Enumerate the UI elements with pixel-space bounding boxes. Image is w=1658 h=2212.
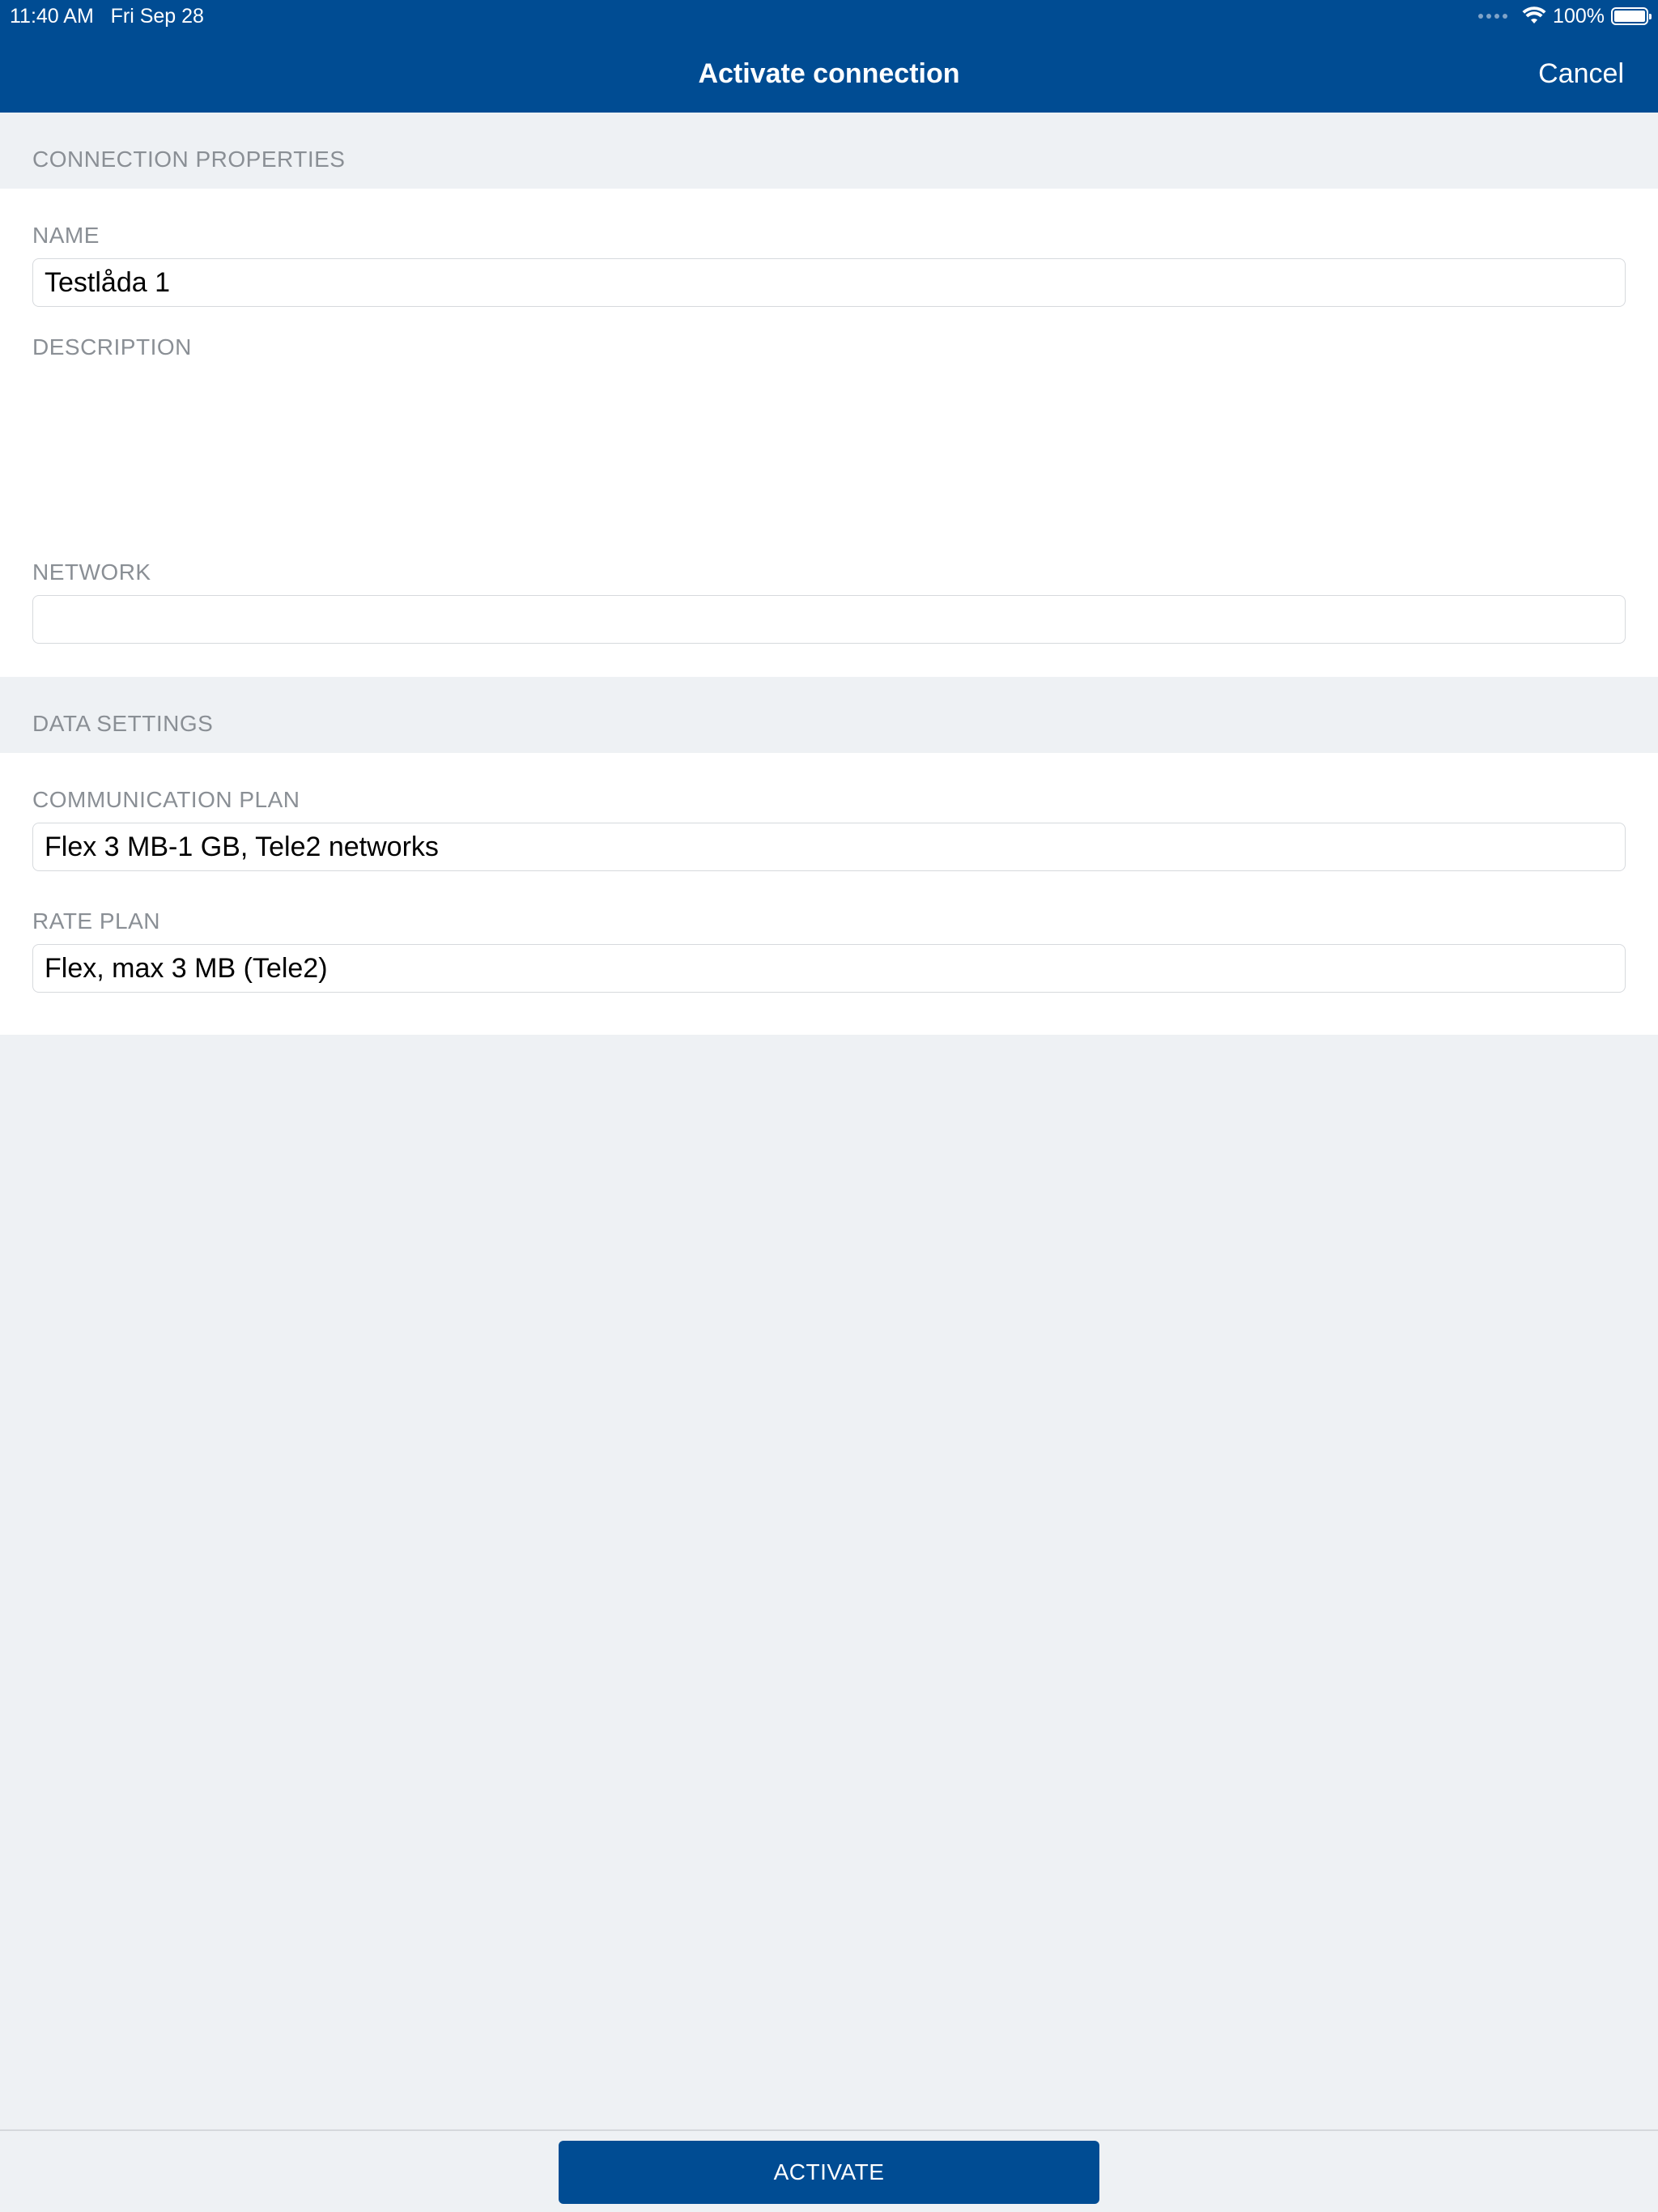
page-title: Activate connection — [698, 58, 960, 89]
data-settings-section: COMMUNICATION PLAN Flex 3 MB-1 GB, Tele2… — [0, 753, 1658, 1035]
network-label: NETWORK — [32, 559, 151, 585]
battery-fill — [1614, 11, 1645, 22]
status-time: 11:40 AM — [10, 5, 94, 28]
battery-icon — [1611, 7, 1652, 25]
status-bar-right: 100% — [1478, 3, 1652, 29]
communication-plan-field[interactable]: Flex 3 MB-1 GB, Tele2 networks — [32, 823, 1626, 871]
cancel-button[interactable]: Cancel — [1538, 57, 1624, 91]
battery-percent: 100% — [1553, 5, 1605, 28]
app-header: 11:40 AM Fri Sep 28 100% Activate connec… — [0, 0, 1658, 113]
status-bar-time: 11:40 AM Fri Sep 28 — [10, 3, 204, 29]
section-title-data-settings: DATA SETTINGS — [32, 711, 214, 736]
bottom-toolbar: ACTIVATE — [0, 2129, 1658, 2212]
communication-plan-label: COMMUNICATION PLAN — [32, 787, 300, 812]
name-label: NAME — [32, 223, 100, 248]
signal-dots-icon — [1478, 14, 1508, 19]
wifi-icon — [1522, 6, 1546, 23]
rate-plan-field[interactable]: Flex, max 3 MB (Tele2) — [32, 944, 1626, 993]
status-date: Fri Sep 28 — [110, 5, 204, 28]
network-field[interactable] — [32, 595, 1626, 644]
section-header-data-settings: DATA SETTINGS — [0, 677, 1658, 753]
rate-plan-label: RATE PLAN — [32, 908, 161, 934]
activate-button[interactable]: ACTIVATE — [559, 2141, 1099, 2204]
description-label: DESCRIPTION — [32, 334, 192, 359]
section-title-connection-properties: CONNECTION PROPERTIES — [32, 147, 346, 172]
connection-properties-section: NAME Testlåda 1 DESCRIPTION NETWORK — [0, 189, 1658, 677]
name-field[interactable]: Testlåda 1 — [32, 258, 1626, 307]
section-header-connection-properties: CONNECTION PROPERTIES — [0, 113, 1658, 189]
description-field[interactable] — [32, 368, 1626, 522]
